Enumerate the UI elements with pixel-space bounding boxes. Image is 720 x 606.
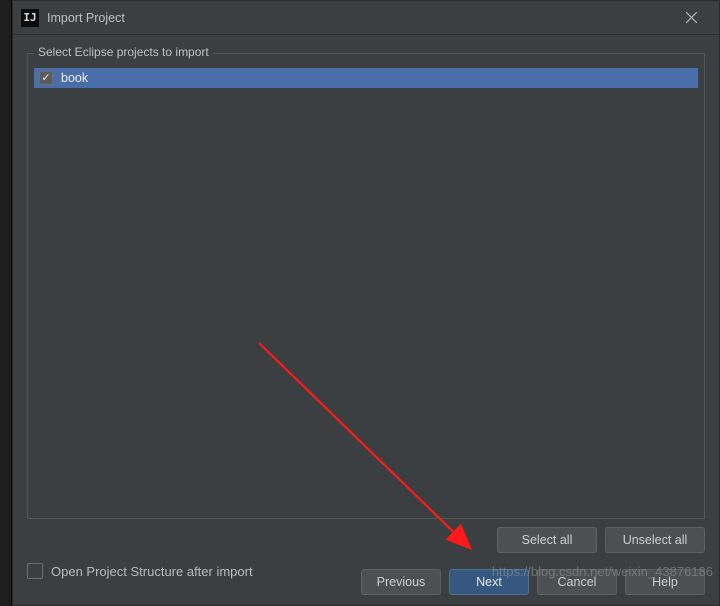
fieldset-legend: Select Eclipse projects to import xyxy=(34,45,213,59)
project-name: book xyxy=(61,71,88,85)
close-icon xyxy=(686,12,697,23)
projects-fieldset: Select Eclipse projects to import book xyxy=(27,53,705,519)
titlebar: IJ Import Project xyxy=(13,1,719,35)
select-buttons-row: Select all Unselect all xyxy=(13,519,719,553)
editor-left-edge xyxy=(0,0,12,606)
project-checkbox[interactable] xyxy=(39,71,53,85)
open-structure-label: Open Project Structure after import xyxy=(51,564,253,579)
app-icon: IJ xyxy=(21,9,39,27)
previous-button[interactable]: Previous xyxy=(361,569,441,595)
help-button[interactable]: Help xyxy=(625,569,705,595)
select-all-button[interactable]: Select all xyxy=(497,527,597,553)
open-structure-checkbox[interactable] xyxy=(27,563,43,579)
unselect-all-button[interactable]: Unselect all xyxy=(605,527,705,553)
next-button[interactable]: Next xyxy=(449,569,529,595)
footer-buttons: Previous Next Cancel Help xyxy=(361,569,705,595)
project-list: book xyxy=(28,54,704,94)
close-button[interactable] xyxy=(671,4,711,32)
project-row-book[interactable]: book xyxy=(34,68,698,88)
import-project-dialog: IJ Import Project Select Eclipse project… xyxy=(12,0,720,606)
dialog-title: Import Project xyxy=(47,11,125,25)
cancel-button[interactable]: Cancel xyxy=(537,569,617,595)
dialog-content: Select Eclipse projects to import book xyxy=(13,35,719,519)
app-icon-text: IJ xyxy=(23,11,36,24)
